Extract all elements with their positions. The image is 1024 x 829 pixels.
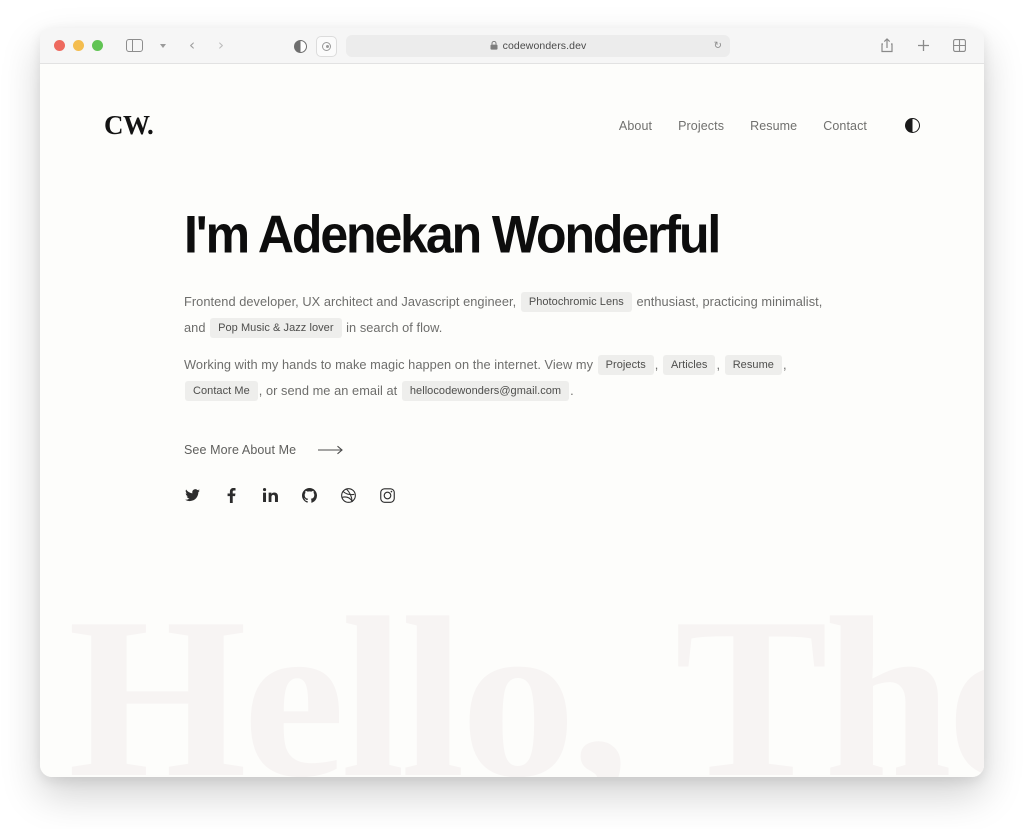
instagram-icon[interactable] [379,487,395,503]
zoom-window-button[interactable] [92,40,103,51]
link-resume[interactable]: Resume [724,355,782,376]
hero-p1-text-1: Frontend developer, UX architect and Jav… [184,294,517,309]
window-controls [54,40,103,51]
hero-p1-text-3: in search of flow. [346,319,443,335]
extension-button[interactable] [316,35,337,57]
social-links [184,487,920,503]
site-logo-text: CW [104,110,148,140]
browser-nav-group: ‹ › [123,36,232,56]
hero-watermark-text: Hello, There. [68,570,984,778]
reload-icon[interactable]: ↻ [714,41,722,52]
minimize-window-button[interactable] [73,40,84,51]
share-icon[interactable] [876,36,898,56]
linkedin-icon[interactable] [262,487,278,503]
email-address[interactable]: hellocodewonders@gmail.com [401,380,570,402]
link-projects[interactable]: Projects [597,355,654,376]
browser-toolbar: ‹ › codewonders.dev ↻ [40,28,984,64]
sidebar-toggle-icon[interactable] [123,36,145,56]
twitter-icon[interactable] [184,487,200,503]
nav-item-contact[interactable]: Contact [823,119,867,133]
cta-row: See More About Me [184,443,920,457]
arrow-right-icon[interactable] [318,445,344,455]
browser-window: ‹ › codewonders.dev ↻ CW. About Projects… [40,28,984,777]
web-page: CW. About Projects Resume Contact I'm Ad… [40,64,984,777]
url-text: codewonders.dev [502,40,587,52]
nav-item-resume[interactable]: Resume [750,119,797,133]
hero-p2-sep-1: , [654,357,659,373]
facebook-icon[interactable] [223,487,239,503]
close-window-button[interactable] [54,40,65,51]
hero-p2-text-2: , or send me [258,382,331,398]
link-contact-me[interactable]: Contact Me [185,380,258,402]
tab-overview-icon[interactable] [948,36,970,56]
tag-pop-music-jazz-lover[interactable]: Pop Music & Jazz lover [210,317,342,338]
reader-mode-icon[interactable] [294,39,307,53]
link-articles[interactable]: Articles [663,355,716,376]
hero-p2-sep-3: , [782,357,787,373]
address-bar-area: codewonders.dev ↻ [294,35,730,57]
site-header: CW. About Projects Resume Contact [40,64,984,141]
dark-mode-toggle-icon[interactable] [905,118,920,133]
chevron-down-icon[interactable] [152,36,174,56]
nav-item-about[interactable]: About [619,119,652,133]
toolbar-right-group [876,36,970,56]
lock-icon [490,40,498,52]
hero-p2-period: . [570,382,574,398]
forward-button[interactable]: › [210,36,232,56]
new-tab-icon[interactable] [912,36,934,56]
site-logo-dot: . [147,110,154,140]
site-logo[interactable]: CW. [104,110,154,141]
page-title: I'm Adenekan Wonderful [184,204,721,265]
dribbble-icon[interactable] [340,487,356,503]
hero-paragraph-2: Working with my hands to make magic happ… [184,352,844,403]
forward-icon: › [218,36,224,54]
tag-photochromic-lens[interactable]: Photochromic Lens [520,292,632,313]
hero-p2-sep-2: , [716,357,721,373]
hero-section: I'm Adenekan Wonderful Frontend develope… [40,141,984,503]
github-icon[interactable] [301,487,317,503]
hero-paragraph-1: Frontend developer, UX architect and Jav… [184,289,844,340]
site-nav: About Projects Resume Contact [619,118,920,133]
url-bar[interactable]: codewonders.dev ↻ [346,35,730,57]
nav-item-projects[interactable]: Projects [678,119,724,133]
hero-p2-text-1: Working with my hands to make magic happ… [184,357,594,373]
see-more-about-me-link[interactable]: See More About Me [184,443,296,457]
hero-p2-text-3: an email at [334,382,398,398]
back-button[interactable]: ‹ [181,36,203,56]
back-icon: ‹ [189,36,195,54]
